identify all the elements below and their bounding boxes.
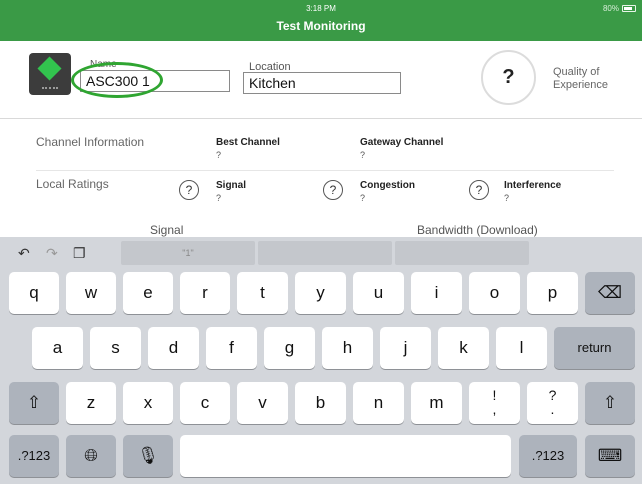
device-dots bbox=[42, 87, 58, 89]
status-time: 3:18 PM bbox=[306, 4, 336, 13]
key-m[interactable]: m bbox=[411, 382, 462, 424]
shift-icon: ⇧ bbox=[26, 393, 42, 412]
hide-keyboard-key[interactable]: ⌨ bbox=[585, 435, 635, 477]
microphone-icon: 🎙︎ bbox=[137, 446, 159, 465]
shift-key-left[interactable]: ⇧ bbox=[9, 382, 59, 424]
signal-rating-value: ? bbox=[216, 193, 222, 203]
key-f[interactable]: f bbox=[206, 327, 257, 369]
key-x[interactable]: x bbox=[123, 382, 173, 424]
key-e[interactable]: e bbox=[123, 272, 173, 314]
app-header: 3:18 PM Test Monitoring 80% bbox=[0, 0, 642, 41]
key-a[interactable]: a bbox=[32, 327, 83, 369]
key-t[interactable]: t bbox=[237, 272, 288, 314]
onscreen-keyboard: ↶ ↷ ❐ "1" q w e r t y u i o p ⌫ a s d f … bbox=[0, 237, 642, 484]
suggestion-2[interactable] bbox=[258, 241, 392, 265]
device-icon bbox=[29, 53, 71, 95]
key-v[interactable]: v bbox=[237, 382, 288, 424]
space-key[interactable] bbox=[180, 435, 511, 477]
key-p[interactable]: p bbox=[527, 272, 578, 314]
congestion-rating-value: ? bbox=[360, 193, 366, 203]
punct-bottom-2: . bbox=[550, 401, 555, 417]
globe-icon: 🌐︎ bbox=[84, 446, 98, 465]
redo-icon[interactable]: ↷ bbox=[46, 246, 58, 260]
backspace-icon: ⌫ bbox=[597, 283, 623, 302]
interference-rating-label: Interference bbox=[504, 180, 562, 191]
key-c[interactable]: c bbox=[180, 382, 230, 424]
best-channel-label: Best Channel bbox=[216, 137, 280, 148]
device-name-field[interactable] bbox=[80, 70, 230, 92]
gateway-channel-value: ? bbox=[360, 150, 366, 160]
key-z[interactable]: z bbox=[66, 382, 116, 424]
bandwidth-section-title: Bandwidth (Download) bbox=[417, 223, 538, 237]
battery-indicator: 80% bbox=[603, 4, 636, 13]
row-divider bbox=[36, 170, 614, 171]
congestion-rating-label: Congestion bbox=[360, 180, 415, 191]
interference-help-icon[interactable]: ? bbox=[469, 180, 489, 200]
section-divider bbox=[0, 118, 642, 119]
key-h[interactable]: h bbox=[322, 327, 373, 369]
interference-rating-value: ? bbox=[504, 193, 510, 203]
name-label: Name bbox=[90, 59, 117, 70]
dictation-key[interactable]: 🎙︎ bbox=[123, 435, 173, 477]
paste-icon[interactable]: ❐ bbox=[73, 246, 86, 260]
key-r[interactable]: r bbox=[180, 272, 230, 314]
channel-info-label: Channel Information bbox=[36, 135, 145, 149]
key-exclaim-comma[interactable]: ! , bbox=[469, 382, 520, 424]
location-field[interactable] bbox=[243, 72, 401, 94]
keyboard-toolbar: ↶ ↷ ❐ "1" bbox=[0, 237, 642, 269]
punct-bottom-1: , bbox=[492, 401, 497, 417]
globe-key[interactable]: 🌐︎ bbox=[66, 435, 116, 477]
suggestion-3[interactable] bbox=[395, 241, 529, 265]
gateway-channel-label: Gateway Channel bbox=[360, 137, 444, 148]
key-q[interactable]: q bbox=[9, 272, 59, 314]
key-w[interactable]: w bbox=[66, 272, 116, 314]
undo-icon[interactable]: ↶ bbox=[18, 246, 30, 260]
page-title: Test Monitoring bbox=[276, 19, 366, 33]
signal-section-title: Signal bbox=[150, 223, 184, 237]
key-s[interactable]: s bbox=[90, 327, 141, 369]
key-d[interactable]: d bbox=[148, 327, 199, 369]
key-n[interactable]: n bbox=[353, 382, 404, 424]
key-question-period[interactable]: ? . bbox=[527, 382, 578, 424]
signal-rating-label: Signal bbox=[216, 180, 247, 191]
battery-icon bbox=[622, 5, 636, 12]
key-b[interactable]: b bbox=[295, 382, 346, 424]
key-k[interactable]: k bbox=[438, 327, 489, 369]
qoe-indicator[interactable]: ? bbox=[481, 50, 536, 105]
shift-icon: ⇧ bbox=[602, 393, 618, 412]
best-channel-value: ? bbox=[216, 150, 222, 160]
backspace-key[interactable]: ⌫ bbox=[585, 272, 635, 314]
diamond-icon bbox=[37, 56, 62, 81]
keyboard-icon: ⌨ bbox=[597, 446, 623, 465]
suggestion-1[interactable]: "1" bbox=[121, 241, 255, 265]
key-y[interactable]: y bbox=[295, 272, 346, 314]
key-o[interactable]: o bbox=[469, 272, 520, 314]
numbers-key-right[interactable]: .?123 bbox=[519, 435, 577, 477]
key-g[interactable]: g bbox=[264, 327, 315, 369]
signal-help-icon[interactable]: ? bbox=[179, 180, 199, 200]
battery-percent: 80% bbox=[602, 4, 619, 13]
local-ratings-label: Local Ratings bbox=[36, 177, 109, 191]
key-j[interactable]: j bbox=[380, 327, 431, 369]
qoe-label: Quality of Experience bbox=[553, 66, 609, 91]
key-u[interactable]: u bbox=[353, 272, 404, 314]
key-l[interactable]: l bbox=[496, 327, 547, 369]
congestion-help-icon[interactable]: ? bbox=[323, 180, 343, 200]
shift-key-right[interactable]: ⇧ bbox=[585, 382, 635, 424]
key-i[interactable]: i bbox=[411, 272, 462, 314]
numbers-key-left[interactable]: .?123 bbox=[9, 435, 59, 477]
return-key[interactable]: return bbox=[554, 327, 635, 369]
